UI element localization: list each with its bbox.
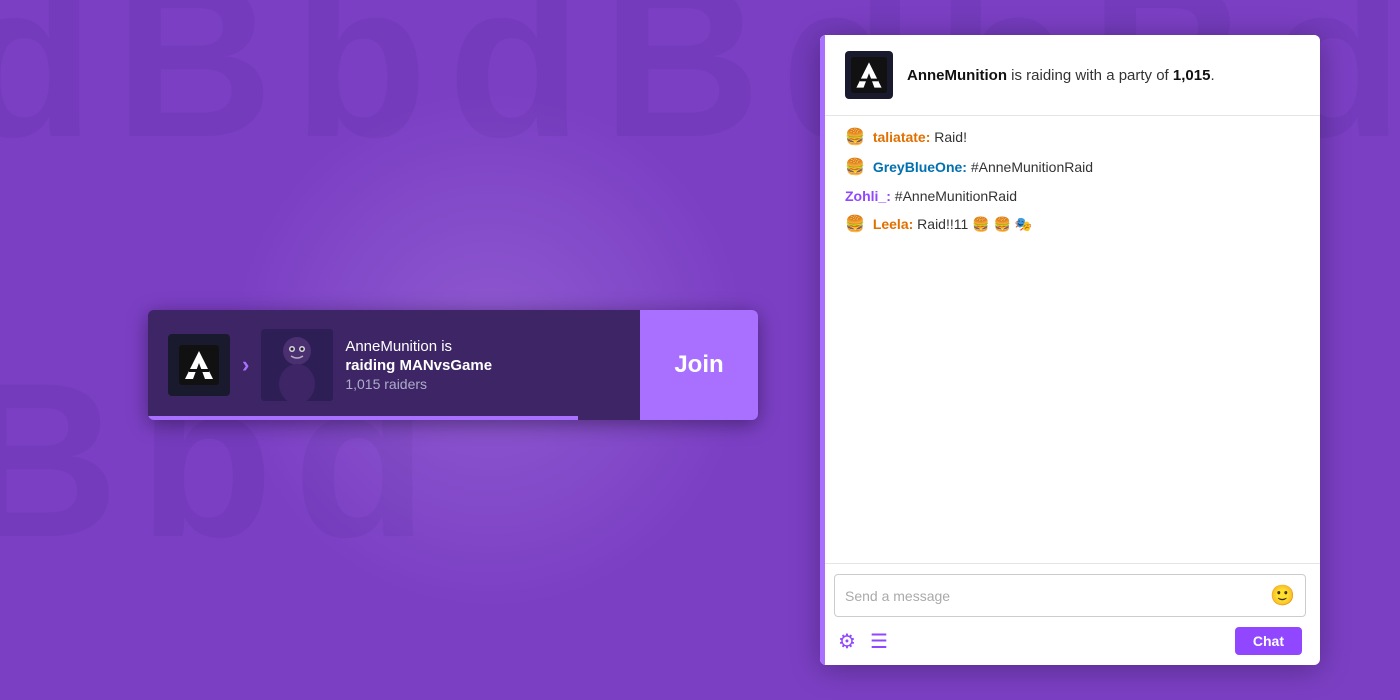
chat-raid-icon (845, 51, 893, 99)
chat-message: 🍔 Leela: Raid!!11 🍔 🍔 🎭 (845, 213, 1300, 237)
chat-raid-logo-icon (851, 57, 887, 93)
annemunition-logo-icon (179, 345, 219, 385)
raid-streamer-logo (168, 334, 230, 396)
chat-toolbar: ⚙ ☰ Chat (834, 625, 1306, 657)
raid-banner-left: › (148, 329, 640, 401)
raid-info-count: 1,015 raiders (345, 376, 492, 392)
chat-message-text: #AnneMunitionRaid (971, 159, 1093, 175)
chat-raid-streamer-name: AnneMunition (907, 67, 1007, 84)
chat-message: 🍔 GreyBlueOne: #AnneMunitionRaid (845, 156, 1300, 180)
chat-message-text: Raid!!11 🍔 🍔 🎭 (917, 216, 1032, 232)
raid-info-target: raiding MANvsGame (345, 357, 492, 374)
badge-icon: 🍔 (845, 126, 865, 150)
raid-arrow-icon: › (242, 352, 249, 378)
chat-raid-notice: AnneMunition is raiding with a party of … (820, 35, 1320, 116)
chat-raid-suffix: . (1210, 67, 1214, 84)
raid-join-label: Join (674, 351, 723, 379)
raid-banner: › (148, 310, 758, 420)
chat-input-area: 🙂 ⚙ ☰ Chat (820, 563, 1320, 665)
chat-send-button[interactable]: Chat (1235, 627, 1302, 655)
bg-letter: d (0, 0, 104, 350)
chat-username: Leela: (873, 216, 913, 232)
badge-icon: 🍔 (845, 213, 865, 237)
chat-raid-text-pre: is raiding with a party of (1007, 67, 1173, 84)
chat-username: GreyBlueOne: (873, 159, 967, 175)
list-icon[interactable]: ☰ (870, 629, 888, 654)
chat-raid-count: 1,015 (1173, 67, 1211, 84)
raid-info-text: AnneMunition is raiding MANvsGame 1,015 … (345, 338, 492, 392)
raid-progress-bar (148, 416, 578, 420)
badge-icon: 🍔 (845, 156, 865, 180)
chat-raid-notice-text: AnneMunition is raiding with a party of … (907, 65, 1215, 86)
bg-letter: b (283, 0, 437, 350)
raid-target-avatar (261, 329, 333, 401)
chat-toolbar-left: ⚙ ☰ (838, 629, 888, 654)
chat-username: Zohli_: (845, 188, 891, 204)
bg-letter: B (104, 0, 283, 350)
chat-accent-bar (820, 35, 825, 665)
chat-message: Zohli_: #AnneMunitionRaid (845, 186, 1300, 207)
chat-message-text: Raid! (934, 129, 967, 145)
chat-username: taliatate: (873, 129, 931, 145)
chat-spacer (820, 350, 1320, 564)
bg-letter: d (438, 0, 592, 350)
chat-input-wrapper: 🙂 (834, 574, 1306, 617)
avatar-figure-svg (261, 329, 333, 401)
raid-info-name: AnneMunition is (345, 338, 492, 355)
chat-panel: AnneMunition is raiding with a party of … (820, 35, 1320, 665)
chat-messages-list: 🍔 taliatate: Raid! 🍔 GreyBlueOne: #AnneM… (820, 116, 1320, 350)
chat-message: 🍔 taliatate: Raid! (845, 126, 1300, 150)
chat-message-input[interactable] (845, 588, 1270, 604)
emoji-picker-icon[interactable]: 🙂 (1270, 583, 1295, 608)
bg-letter: B (0, 350, 129, 700)
chat-message-text: #AnneMunitionRaid (895, 188, 1017, 204)
bg-letter: B (592, 0, 771, 350)
settings-icon[interactable]: ⚙ (838, 629, 856, 654)
raid-join-button[interactable]: Join (640, 310, 758, 420)
avatar-silhouette (261, 329, 333, 401)
